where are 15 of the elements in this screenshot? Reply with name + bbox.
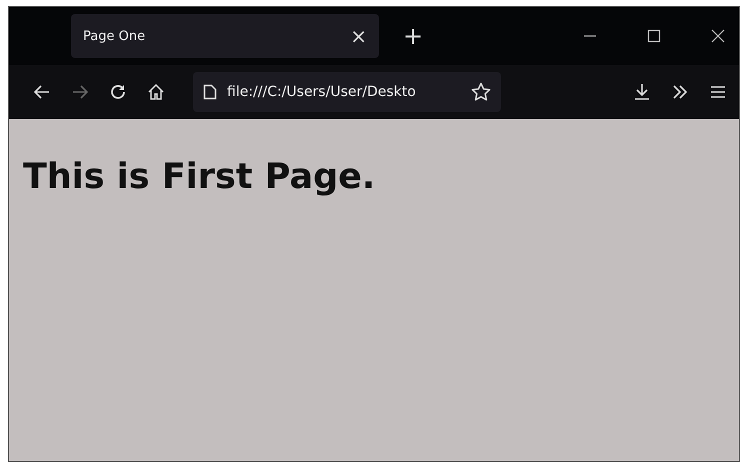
close-icon[interactable] bbox=[711, 29, 725, 43]
chevrons-icon[interactable] bbox=[671, 83, 689, 101]
back-icon[interactable] bbox=[33, 83, 51, 101]
menu-icon[interactable] bbox=[709, 83, 727, 101]
download-icon[interactable] bbox=[633, 83, 651, 101]
reload-icon[interactable] bbox=[109, 83, 127, 101]
new-tab-button[interactable]: + bbox=[403, 22, 424, 50]
maximize-icon[interactable] bbox=[647, 29, 661, 43]
browser-tab[interactable]: Page One × bbox=[71, 14, 379, 58]
page-heading: This is First Page. bbox=[23, 157, 376, 197]
star-icon[interactable] bbox=[471, 82, 491, 102]
home-icon[interactable] bbox=[147, 83, 165, 101]
address-bar[interactable]: file:///C:/Users/User/Deskto bbox=[193, 72, 501, 112]
page-icon bbox=[203, 84, 217, 100]
tab-close-button[interactable]: × bbox=[350, 24, 367, 48]
